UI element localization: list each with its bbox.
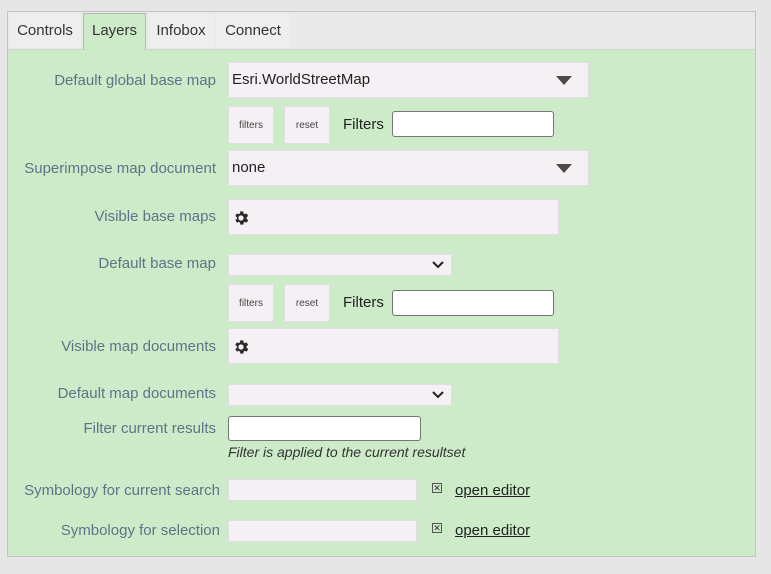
chevron-down-icon bbox=[432, 261, 444, 269]
dropdown-triangle-icon bbox=[556, 164, 572, 173]
filters-label: Filters bbox=[343, 116, 384, 133]
filters-button[interactable]: filters bbox=[228, 106, 274, 144]
gear-icon[interactable] bbox=[232, 338, 250, 356]
visible-map-documents-label: Visible map documents bbox=[61, 338, 216, 355]
filters-button[interactable]: filters bbox=[228, 284, 274, 322]
close-checkbox-icon[interactable]: ✕ bbox=[432, 523, 442, 533]
default-map-documents-label: Default map documents bbox=[57, 385, 216, 402]
symbology-selection-field[interactable] bbox=[228, 520, 417, 542]
tab-infobox[interactable]: Infobox bbox=[148, 14, 214, 48]
default-base-map-label: Default base map bbox=[98, 255, 216, 272]
selected-value: Esri.WorldStreetMap bbox=[232, 71, 371, 88]
layers-panel: Controls Layers Infobox Connect Default … bbox=[7, 11, 756, 557]
reset-button[interactable]: reset bbox=[284, 106, 330, 144]
symbology-current-search-field[interactable] bbox=[228, 479, 417, 501]
default-map-documents-select[interactable] bbox=[228, 384, 452, 406]
symbology-selection-label: Symbology for selection bbox=[60, 522, 220, 539]
default-global-base-map-select[interactable]: Esri.WorldStreetMap bbox=[228, 62, 589, 98]
dropdown-triangle-icon bbox=[556, 76, 572, 85]
visible-base-maps-label: Visible base maps bbox=[94, 208, 216, 225]
filters-label: Filters bbox=[343, 294, 384, 311]
tab-layers[interactable]: Layers bbox=[83, 13, 146, 50]
open-editor-link[interactable]: open editor bbox=[455, 522, 530, 539]
symbology-current-search-label: Symbology for current search bbox=[24, 482, 220, 499]
filter-current-results-label: Filter current results bbox=[83, 420, 216, 437]
superimpose-map-document-select[interactable]: none bbox=[228, 150, 589, 186]
filter-current-results-input[interactable] bbox=[228, 416, 421, 441]
visible-base-maps-box[interactable] bbox=[228, 199, 559, 235]
reset-button[interactable]: reset bbox=[284, 284, 330, 322]
chevron-down-icon bbox=[432, 391, 444, 399]
filters-input[interactable] bbox=[392, 290, 554, 316]
filter-note: Filter is applied to the current results… bbox=[228, 444, 466, 460]
gear-icon[interactable] bbox=[232, 209, 250, 227]
default-base-map-select[interactable] bbox=[228, 254, 452, 276]
selected-value: none bbox=[232, 159, 266, 176]
default-global-base-map-label: Default global base map bbox=[54, 72, 216, 89]
superimpose-map-document-label: Superimpose map document bbox=[24, 160, 216, 177]
tab-controls[interactable]: Controls bbox=[9, 14, 81, 48]
visible-map-documents-box[interactable] bbox=[228, 328, 559, 364]
tab-connect[interactable]: Connect bbox=[216, 14, 290, 48]
tab-bar: Controls Layers Infobox Connect bbox=[8, 12, 755, 50]
open-editor-link[interactable]: open editor bbox=[455, 482, 530, 499]
filters-input[interactable] bbox=[392, 111, 554, 137]
close-checkbox-icon[interactable]: ✕ bbox=[432, 483, 442, 493]
